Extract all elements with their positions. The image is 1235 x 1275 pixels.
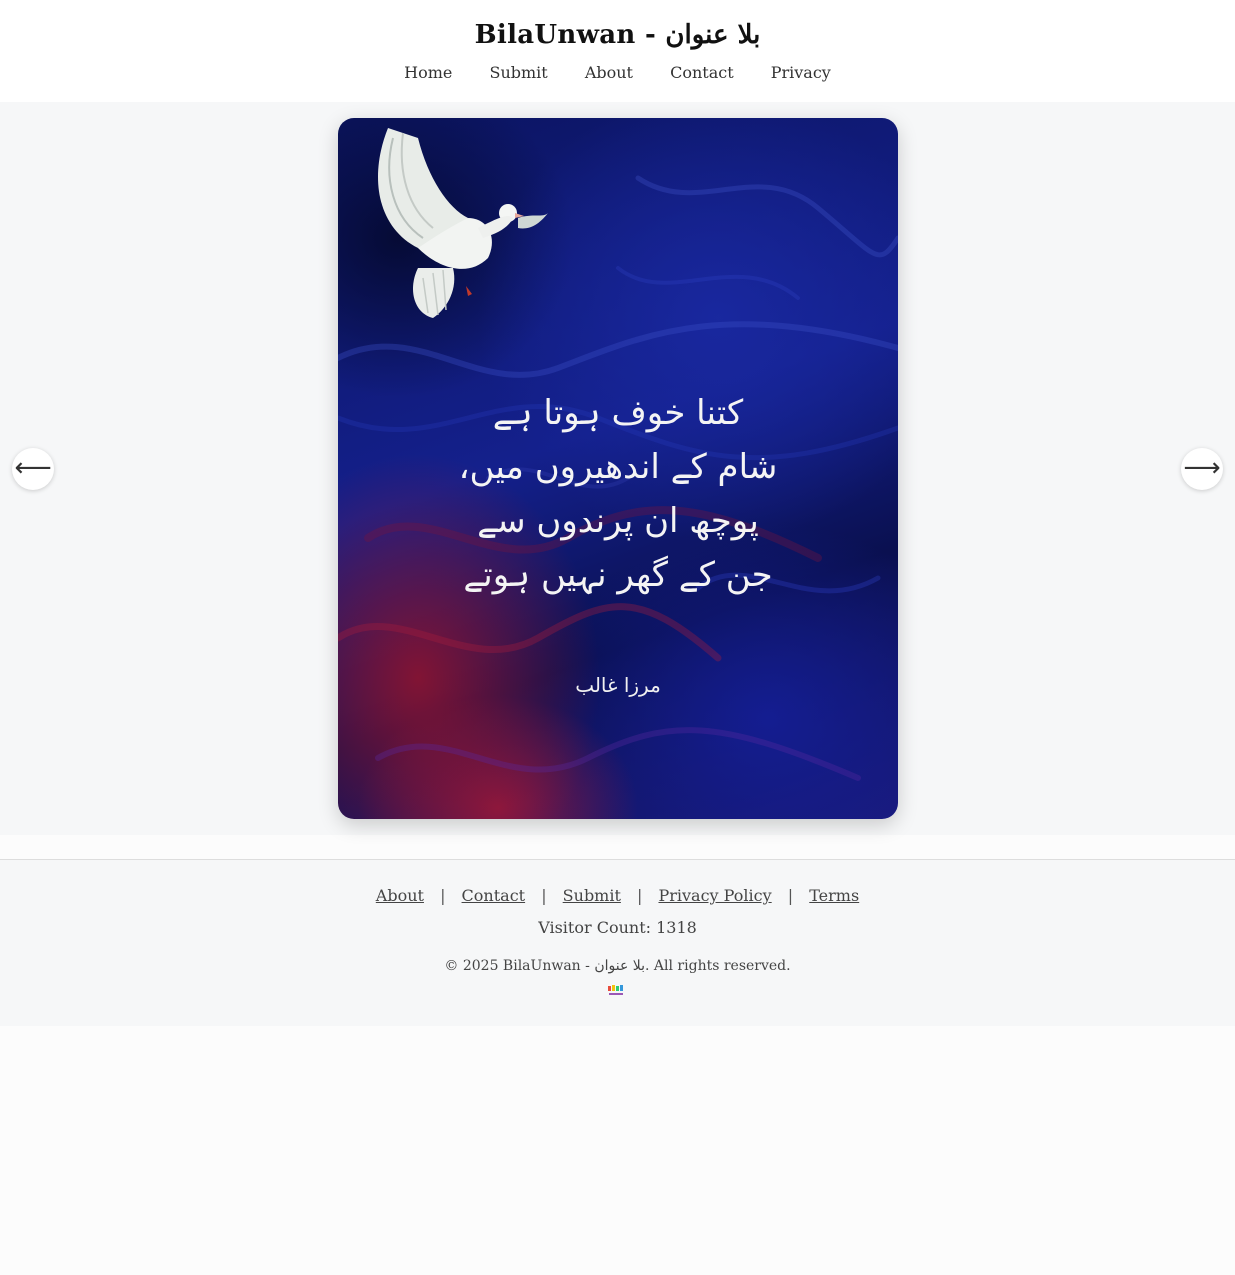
dove-image	[378, 128, 548, 318]
copyright-text: © 2025 BilaUnwan - بلا عنوان. All rights…	[444, 958, 791, 974]
arrow-left-icon[interactable]: ⟵	[12, 448, 54, 490]
nav-privacy-link[interactable]: Privacy	[771, 63, 831, 82]
poem-card: کتنا خوف ہوتا ہے شام کے اندھیروں میں، پو…	[338, 118, 898, 819]
visitor-count: Visitor Count: 1318	[538, 918, 697, 937]
footer-privacy-policy-link[interactable]: Privacy Policy	[658, 886, 771, 905]
footer-separator: |	[787, 886, 794, 905]
footer-separator: |	[440, 886, 446, 905]
poem-line: شام کے اندھیروں میں،	[458, 447, 778, 487]
nav-home-link[interactable]: Home	[404, 63, 452, 82]
nav-about-link[interactable]: About	[585, 63, 633, 82]
nav-contact-link[interactable]: Contact	[670, 63, 734, 82]
footer-terms-link[interactable]: Terms	[809, 886, 859, 905]
footer-submit-link[interactable]: Submit	[563, 886, 621, 905]
nav-submit-link[interactable]: Submit	[489, 63, 547, 82]
poem-line: جن کے گھر نہیں ہوتے	[463, 555, 773, 595]
site-title[interactable]: BilaUnwan - بلا عنوان	[0, 20, 1235, 50]
footer-about-link[interactable]: About	[376, 886, 424, 905]
poet-name: مرزا غالب	[575, 673, 661, 697]
site-footer: About | Contact | Submit | Privacy Polic…	[0, 859, 1235, 1026]
carousel-area: ⟵ کتنا خوف ہوتا ہے شام کے اندھیروں میں، …	[0, 102, 1235, 835]
footer-separator: |	[637, 886, 643, 905]
site-logo-icon	[608, 985, 623, 995]
main-nav: Home Submit About Contact Privacy	[0, 63, 1235, 82]
footer-links: About | Contact | Submit | Privacy Polic…	[0, 886, 1235, 905]
site-header: BilaUnwan - بلا عنوان Home Submit About …	[0, 0, 1235, 102]
poem-text: کتنا خوف ہوتا ہے شام کے اندھیروں میں، پو…	[338, 386, 898, 602]
poem-line: پوچھ ان پرندوں سے	[477, 501, 759, 541]
arrow-right-icon[interactable]: ⟶	[1181, 448, 1223, 490]
footer-contact-link[interactable]: Contact	[462, 886, 526, 905]
footer-separator: |	[541, 886, 547, 905]
poem-line: کتنا خوف ہوتا ہے	[492, 393, 744, 433]
